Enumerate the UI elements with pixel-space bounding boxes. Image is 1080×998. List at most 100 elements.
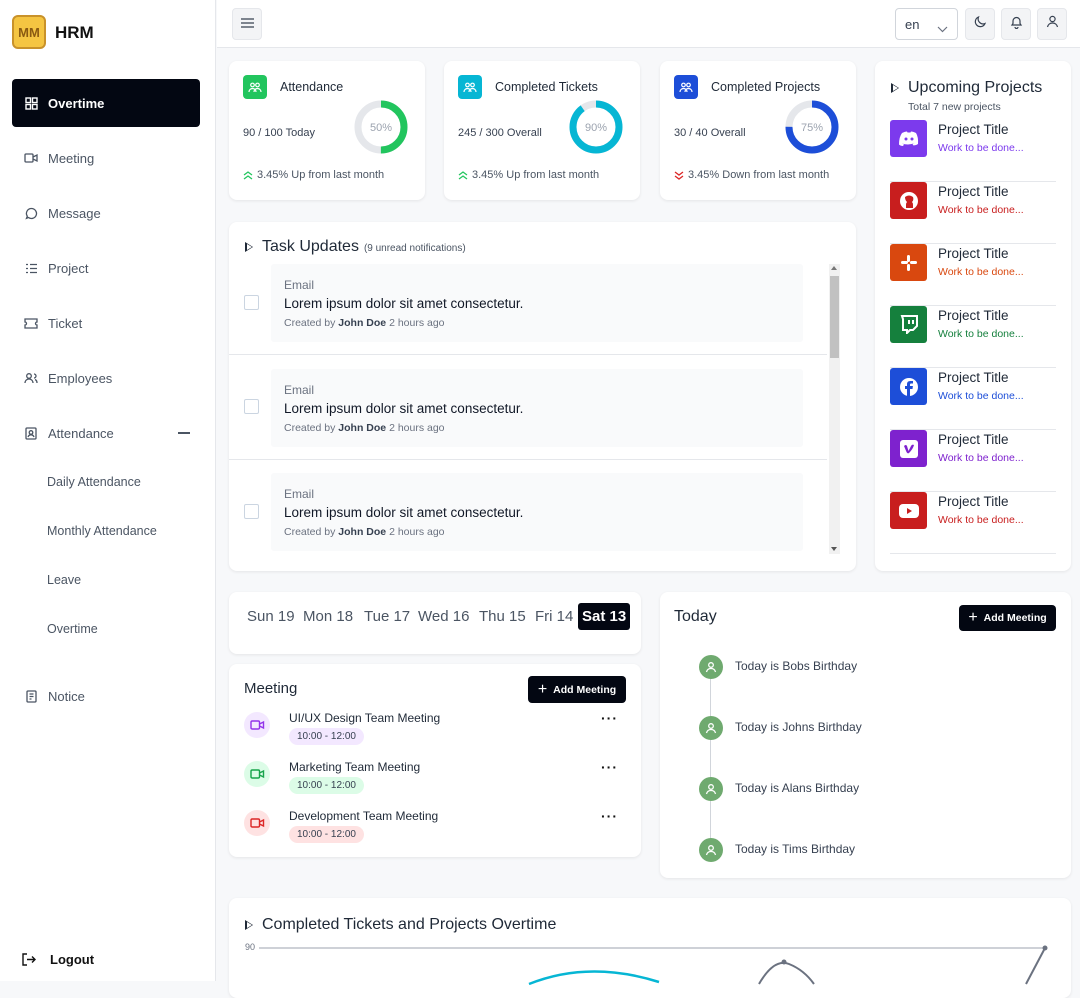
upcoming-projects-header[interactable]: Upcoming Projects [891, 79, 1042, 97]
language-select[interactable]: en [895, 8, 958, 40]
user-icon [699, 777, 723, 801]
donut-label: 90% [585, 122, 607, 134]
sidebar-subitem-overtime[interactable]: Overtime [47, 622, 98, 636]
github-icon [890, 182, 927, 219]
day-tab[interactable]: Tue 17 [364, 608, 410, 625]
timeline-text: Today is Bobs Birthday [735, 659, 858, 673]
notifications-button[interactable] [1001, 8, 1031, 40]
notification-item[interactable]: Email Lorem ipsum dolor sit amet consect… [271, 264, 803, 342]
project-item[interactable]: Project Title Work to be done... [890, 306, 1056, 368]
trend-text: 3.45% Down from last month [688, 169, 830, 181]
facebook-icon [890, 368, 927, 405]
more-options-icon[interactable]: ··· [601, 710, 618, 726]
sidebar-subitem-monthly-attendance[interactable]: Monthly Attendance [47, 524, 157, 538]
sidebar-item-notice[interactable]: Notice [12, 672, 200, 720]
more-options-icon[interactable]: ··· [601, 759, 618, 775]
project-item[interactable]: Project Title Work to be done... [890, 368, 1056, 430]
day-tab-active[interactable]: Sat 13 [578, 603, 631, 630]
scrollbar-thumb[interactable] [830, 276, 839, 358]
collapse-icon[interactable] [178, 432, 190, 434]
add-meeting-button[interactable]: + Add Meeting [959, 605, 1056, 631]
bell-icon [1010, 15, 1023, 34]
scrollbar[interactable] [829, 264, 840, 554]
task-checkbox[interactable] [244, 295, 259, 310]
stat-title: Completed Tickets [495, 80, 598, 94]
project-title: Project Title [938, 432, 1009, 447]
day-tab[interactable]: Thu 15 [479, 608, 526, 625]
discord-icon [890, 120, 927, 157]
sidebar-item-meeting[interactable]: Meeting [12, 134, 200, 182]
day-tab[interactable]: Wed 16 [418, 608, 469, 625]
timeline-text: Today is Johns Birthday [735, 720, 862, 734]
sidebar-item-attendance[interactable]: Attendance [12, 409, 200, 457]
sidebar-item-label: Ticket [48, 315, 83, 331]
menu-toggle-button[interactable] [232, 8, 262, 40]
sidebar-item-overtime[interactable]: Overtime [12, 79, 200, 127]
task-updates-header[interactable]: Task Updates (9 unread notifications) [245, 238, 466, 256]
timeline-text: Today is Tims Birthday [735, 842, 856, 856]
notification-item[interactable]: Email Lorem ipsum dolor sit amet consect… [271, 369, 803, 447]
sidebar-subitem-daily-attendance[interactable]: Daily Attendance [47, 475, 141, 489]
project-item[interactable]: Project Title Work to be done... [890, 492, 1056, 554]
sidebar-item-project[interactable]: Project [12, 244, 200, 292]
section-title: Meeting [244, 680, 298, 697]
project-item[interactable]: Project Title Work to be done... [890, 430, 1056, 492]
project-title: Project Title [938, 184, 1009, 199]
sidebar-item-label: Meeting [48, 150, 95, 166]
sidebar-item-message[interactable]: Message [12, 189, 200, 237]
plus-icon: + [537, 680, 548, 698]
project-item[interactable]: Project Title Work to be done... [890, 182, 1056, 244]
series-line-projects-end [1025, 947, 1046, 985]
video-icon [244, 761, 270, 787]
sidebar-item-employees[interactable]: Employees [12, 354, 200, 402]
profile-button[interactable] [1037, 8, 1067, 40]
plus-icon: + [968, 609, 978, 626]
day-tab[interactable]: Sun 19 [247, 608, 295, 625]
task-checkbox[interactable] [244, 504, 259, 519]
theme-toggle-button[interactable] [965, 8, 995, 40]
project-status: Work to be done... [938, 142, 1024, 154]
youtube-icon [890, 492, 927, 529]
language-value: en [905, 16, 920, 32]
brand-name: HRM [55, 23, 94, 42]
users-icon [24, 371, 38, 385]
project-status: Work to be done... [938, 390, 1024, 402]
notification-meta: Created by John Doe 2 hours ago [284, 526, 445, 538]
logout-button[interactable]: Logout [22, 952, 94, 967]
vimeo-icon [890, 430, 927, 467]
day-tab[interactable]: Mon 18 [303, 608, 353, 625]
data-point [781, 959, 787, 965]
video-icon [244, 712, 270, 738]
notification-meta: Created by John Doe 2 hours ago [284, 317, 445, 329]
document-icon [24, 689, 38, 703]
sidebar-item-ticket[interactable]: Ticket [12, 299, 200, 347]
project-item[interactable]: Project Title Work to be done... [890, 120, 1056, 182]
meeting-time: 10:00 - 12:00 [289, 826, 364, 843]
logout-icon [22, 953, 36, 966]
task-updates-card: Task Updates (9 unread notifications) Em… [229, 222, 856, 571]
meeting-time: 10:00 - 12:00 [289, 777, 364, 794]
more-options-icon[interactable]: ··· [601, 808, 618, 824]
twitch-icon [890, 306, 927, 343]
project-item[interactable]: Project Title Work to be done... [890, 244, 1056, 306]
add-meeting-button[interactable]: + Add Meeting [528, 676, 626, 703]
day-tab[interactable]: Fri 14 [535, 608, 573, 625]
sidebar-subitem-leave[interactable]: Leave [47, 573, 81, 587]
logo: MM [12, 15, 46, 49]
stat-value: 30 / 40 Overall [674, 127, 746, 139]
trend-text: 3.45% Up from last month [472, 169, 600, 181]
sidebar-item-label: Message [48, 205, 101, 221]
project-status: Work to be done... [938, 204, 1024, 216]
task-checkbox[interactable] [244, 399, 259, 414]
scroll-up-arrow[interactable] [831, 266, 837, 270]
project-status: Work to be done... [938, 328, 1024, 340]
project-title: Project Title [938, 122, 1009, 137]
project-status: Work to be done... [938, 266, 1024, 278]
notification-item[interactable]: Email Lorem ipsum dolor sit amet consect… [271, 473, 803, 551]
scroll-down-arrow[interactable] [831, 547, 837, 551]
list-icon [24, 261, 38, 275]
overtime-chart-plot [259, 945, 1048, 986]
caret-right-icon [245, 242, 253, 252]
divider [229, 354, 827, 355]
project-title: Project Title [938, 494, 1009, 509]
